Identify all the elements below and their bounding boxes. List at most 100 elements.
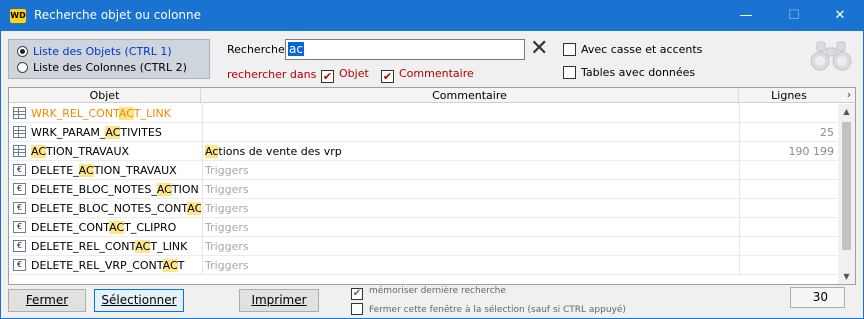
- object-name-part: T: [177, 259, 185, 272]
- row-count-cell: [739, 180, 838, 199]
- comment-part: tions de vente des vrp: [218, 145, 342, 158]
- select-button-label: Sélectionner: [101, 293, 177, 307]
- object-name-part: DELETE_BLOC_NOTES_: [31, 183, 157, 196]
- scroll-up-icon[interactable]: ▲: [838, 104, 855, 120]
- object-name-part: DELETE_BLOC_NOTES_CONT: [31, 202, 188, 215]
- object-name-cell: DELETE_BLOC_NOTES_ACTION: [31, 180, 201, 199]
- tables-with-data-option[interactable]: Tables avec données: [563, 66, 695, 79]
- table-row[interactable]: € DELETE_BLOC_NOTES_CONTACT Triggers: [9, 199, 838, 218]
- column-header-object[interactable]: Objet: [9, 89, 201, 102]
- radio-selected-icon[interactable]: [17, 46, 28, 57]
- search-in-comment-option[interactable]: ✔ Commentaire: [381, 67, 474, 83]
- object-name-part: WRK_REL_CONT: [31, 107, 119, 120]
- trigger-icon: €: [13, 259, 26, 271]
- tables-with-data-label: Tables avec données: [581, 66, 696, 79]
- comment-cell: [202, 104, 739, 123]
- remember-search-option[interactable]: ✔ mémoriser dernière recherche: [351, 286, 506, 300]
- windev-app-icon: WD: [10, 9, 26, 23]
- minimize-button[interactable]: —: [723, 1, 769, 31]
- match-highlight: AC: [31, 145, 47, 158]
- print-button[interactable]: Imprimer: [239, 289, 319, 312]
- row-count-cell: [739, 218, 838, 237]
- object-name-part: T_CLIPRO: [124, 221, 177, 234]
- search-in-comment-checkbox[interactable]: ✔: [381, 70, 394, 83]
- search-label: Recherche: [227, 43, 285, 56]
- object-name-part: DELETE_: [31, 164, 79, 177]
- object-name-part: TION: [171, 183, 199, 196]
- search-in-object-option[interactable]: ✔ Objet: [321, 67, 369, 83]
- match-highlight: AC: [78, 164, 94, 177]
- table-row[interactable]: € DELETE_REL_VRP_CONTACT Triggers: [9, 256, 838, 275]
- object-name-cell: DELETE_ACTION_TRAVAUX: [31, 161, 201, 180]
- tables-with-data-checkbox[interactable]: [563, 66, 576, 79]
- row-count-cell: [739, 104, 838, 123]
- object-name-cell: DELETE_CONTACT_CLIPRO: [31, 218, 201, 237]
- object-name-part: T_LINK: [133, 107, 171, 120]
- radio-unselected-icon[interactable]: [17, 62, 28, 73]
- row-count-cell: [739, 237, 838, 256]
- radio-columns-list[interactable]: Liste des Colonnes (CTRL 2): [17, 61, 187, 74]
- row-count-cell: 25: [739, 123, 838, 142]
- comment-cell: Triggers: [202, 199, 739, 218]
- search-in-comment-label: Commentaire: [399, 67, 474, 80]
- table-row[interactable]: WRK_PARAM_ACTIVITES 25: [9, 123, 838, 142]
- clear-search-icon[interactable]: ✕: [530, 38, 548, 60]
- scroll-down-icon[interactable]: ▼: [838, 269, 855, 284]
- match-highlight: AC: [118, 107, 134, 120]
- close-on-select-checkbox[interactable]: [351, 303, 363, 315]
- select-button[interactable]: Sélectionner: [94, 289, 184, 312]
- table-row[interactable]: € DELETE_BLOC_NOTES_ACTION Triggers: [9, 180, 838, 199]
- radio-objects-label: Liste des Objets (CTRL 1): [33, 45, 172, 58]
- search-in-object-checkbox[interactable]: ✔: [321, 70, 334, 83]
- radio-objects-list[interactable]: Liste des Objets (CTRL 1): [17, 45, 172, 58]
- search-input-value: ac: [288, 42, 304, 56]
- object-name-part: WRK_PARAM_: [31, 126, 106, 139]
- print-button-label: Imprimer: [251, 293, 307, 307]
- table-row[interactable]: € DELETE_CONTACT_CLIPRO Triggers: [9, 218, 838, 237]
- search-in-label: rechercher dans :: [227, 68, 324, 81]
- window-title: Recherche objet ou colonne: [34, 8, 202, 22]
- trigger-icon: €: [13, 202, 26, 214]
- table-row[interactable]: € DELETE_ACTION_TRAVAUX Triggers: [9, 161, 838, 180]
- remember-search-checkbox[interactable]: ✔: [351, 288, 363, 300]
- object-name-cell: DELETE_BLOC_NOTES_CONTACT: [31, 199, 201, 218]
- case-accents-option[interactable]: Avec casse et accents: [563, 43, 702, 56]
- maximize-button[interactable]: ☐: [771, 1, 817, 31]
- case-accents-label: Avec casse et accents: [581, 43, 703, 56]
- binoculars-icon[interactable]: [809, 39, 853, 73]
- comment-cell: Actions de vente des vrp: [202, 142, 739, 161]
- table-row[interactable]: WRK_REL_CONTACT_LINK: [9, 104, 838, 123]
- scrollbar-thumb[interactable]: [842, 122, 851, 250]
- object-name-cell: ACTION_TRAVAUX: [31, 142, 201, 161]
- comment-cell: Triggers: [202, 218, 739, 237]
- object-name-cell: WRK_REL_CONTACT_LINK: [31, 104, 201, 123]
- close-button[interactable]: Fermer: [8, 289, 86, 312]
- grid-header: Objet Commentaire Lignes ›: [9, 88, 855, 103]
- list-mode-group: Liste des Objets (CTRL 1) Liste des Colo…: [8, 39, 210, 79]
- match-highlight: AC: [156, 183, 172, 196]
- trigger-icon: €: [13, 221, 26, 233]
- match-highlight: AC: [187, 202, 201, 215]
- object-name-part: DELETE_REL_CONT: [31, 240, 136, 253]
- search-dialog: WD Recherche objet ou colonne — ☐ ✕ List…: [0, 0, 864, 319]
- scroll-right-icon[interactable]: ›: [843, 88, 855, 103]
- table-row[interactable]: ACTION_TRAVAUX Actions de vente des vrp 19…: [9, 142, 838, 161]
- table-row[interactable]: € DELETE_REL_CONTACT_LINK Triggers: [9, 237, 838, 256]
- trigger-icon: €: [13, 240, 26, 252]
- column-header-comment[interactable]: Commentaire: [201, 89, 739, 102]
- comment-part: Triggers: [205, 164, 249, 177]
- column-header-lines[interactable]: Lignes: [739, 89, 839, 102]
- row-count-cell: [739, 161, 838, 180]
- trigger-icon: €: [13, 164, 26, 176]
- title-bar[interactable]: WD Recherche objet ou colonne — ☐ ✕: [1, 1, 863, 31]
- case-accents-checkbox[interactable]: [563, 43, 576, 56]
- table-icon: [13, 107, 26, 119]
- results-grid[interactable]: Objet Commentaire Lignes › WRK_REL_CONTA…: [8, 87, 856, 285]
- search-input[interactable]: ac: [285, 39, 525, 60]
- comment-part: Triggers: [205, 259, 249, 272]
- match-highlight: AC: [105, 126, 121, 139]
- close-on-select-option[interactable]: Fermer cette fenêtre à la sélection (sau…: [351, 303, 626, 315]
- close-window-button[interactable]: ✕: [817, 1, 863, 31]
- search-in-object-label: Objet: [339, 67, 369, 80]
- vertical-scrollbar[interactable]: ▲ ▼: [838, 104, 855, 284]
